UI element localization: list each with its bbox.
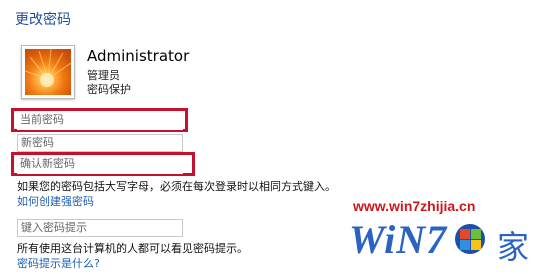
confirm-password-input[interactable]: 确认新密码 [17, 156, 183, 174]
account-name: Administrator [87, 47, 190, 65]
windows-flag-icon [455, 224, 485, 254]
current-password-input[interactable]: 当前密码 [17, 112, 183, 130]
flower-picture-icon [25, 49, 71, 95]
watermark: www.win7zhijia.cn WiN7 家 [339, 198, 549, 274]
caps-warning-text: 如果您的密码包括大写字母，必须在每次登录时以相同方式键入。 [17, 180, 336, 193]
account-status: 密码保护 [87, 83, 131, 96]
watermark-url: www.win7zhijia.cn [353, 198, 476, 214]
hint-visibility-text: 所有使用这台计算机的人都可以看见密码提示。 [17, 242, 248, 255]
what-is-hint-link[interactable]: 密码提示是什么? [17, 255, 100, 271]
avatar [21, 45, 75, 99]
strong-password-link[interactable]: 如何创建强密码 [17, 193, 94, 209]
page-title: 更改密码 [15, 12, 71, 28]
watermark-glyph: 家 [497, 228, 530, 266]
watermark-logo: WiN7 [349, 217, 448, 262]
new-password-input[interactable]: 新密码 [17, 134, 183, 152]
password-hint-input[interactable]: 键入密码提示 [17, 219, 183, 237]
